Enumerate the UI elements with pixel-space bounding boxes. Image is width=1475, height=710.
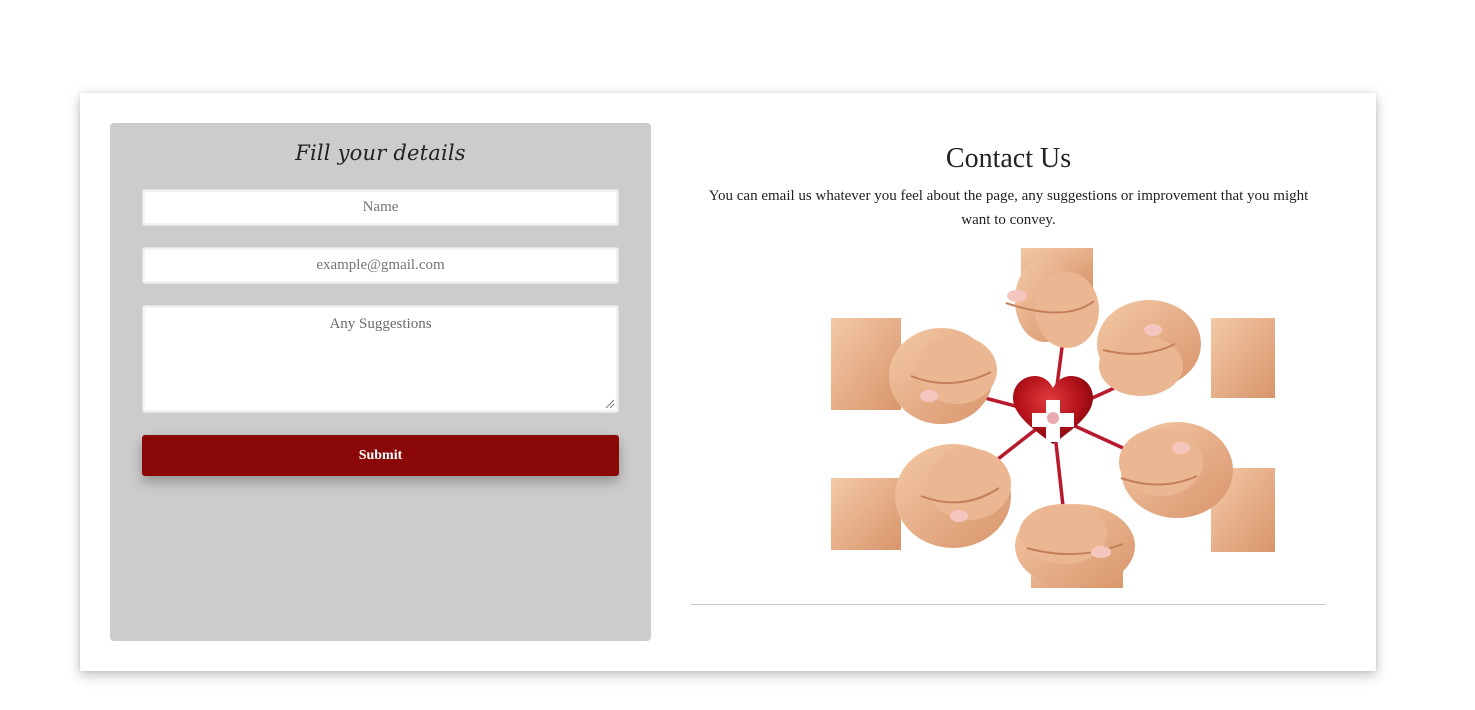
fists-heart-illustration [831, 248, 1275, 588]
details-form-panel: Fill your details Any Suggestions Submit [110, 123, 651, 641]
suggestions-textarea[interactable]: Any Suggestions [142, 305, 619, 413]
suggestions-placeholder: Any Suggestions [329, 316, 432, 332]
section-divider [691, 604, 1326, 605]
form-title: Fill your details [295, 141, 466, 165]
resize-handle-icon[interactable] [605, 399, 615, 409]
name-input[interactable] [142, 189, 619, 226]
contact-section: Contact Us You can email us whatever you… [691, 93, 1326, 671]
email-input[interactable] [142, 247, 619, 284]
contact-description: You can email us whatever you feel about… [708, 188, 1309, 228]
contact-card: Fill your details Any Suggestions Submit… [80, 93, 1376, 671]
contact-title: Contact Us [945, 143, 1072, 174]
submit-button[interactable]: Submit [142, 435, 619, 476]
